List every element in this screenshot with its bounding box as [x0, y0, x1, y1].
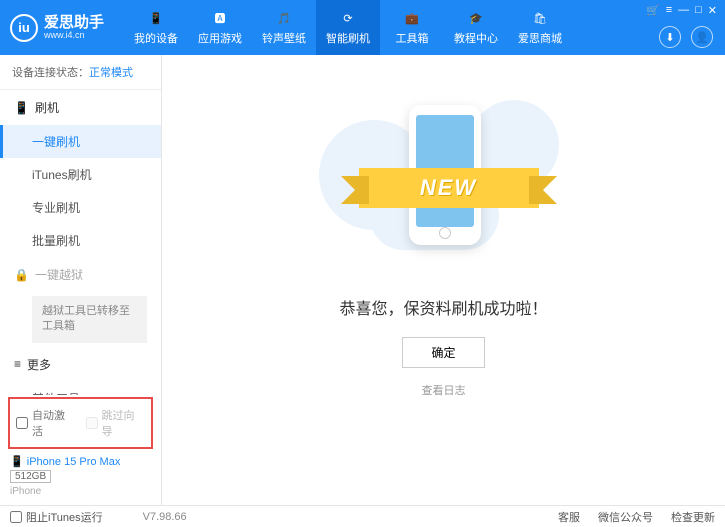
options-box: 自动激活 跳过向导 — [8, 397, 153, 449]
main-content: NEW 恭喜您，保资料刷机成功啦！ 确定 查看日志 — [162, 55, 725, 505]
conn-mode: 正常模式 — [89, 67, 133, 79]
minimize-icon[interactable]: — — [678, 4, 689, 17]
logo-icon: iu — [10, 14, 38, 42]
view-log-link[interactable]: 查看日志 — [422, 382, 466, 398]
block-itunes-checkbox[interactable]: 阻止iTunes运行 — [10, 509, 103, 525]
sidebar-item[interactable]: 其他工具 — [0, 382, 161, 395]
footer-bar: 阻止iTunes运行 V7.98.66 客服 微信公众号 检查更新 — [0, 505, 725, 527]
sidebar: 设备连接状态：正常模式 📱刷机 一键刷机iTunes刷机专业刷机批量刷机 🔒一键… — [0, 55, 162, 505]
connection-status: 设备连接状态：正常模式 — [0, 55, 161, 90]
maximize-icon[interactable]: □ — [695, 4, 702, 17]
sidebar-item[interactable]: iTunes刷机 — [0, 158, 161, 191]
nav-item-0[interactable]: 📱我的设备 — [124, 0, 188, 55]
nav-item-1[interactable]: 🅰应用游戏 — [188, 0, 252, 55]
device-name: iPhone 15 Pro Max — [27, 456, 121, 468]
sidebar-item[interactable]: 专业刷机 — [0, 191, 161, 224]
jailbreak-note: 越狱工具已转移至工具箱 — [32, 296, 147, 343]
nav-item-4[interactable]: 💼工具箱 — [380, 0, 444, 55]
phone-icon: 📱 — [14, 101, 29, 115]
nav-icon: 📱 — [147, 9, 165, 27]
conn-label: 设备连接状态： — [12, 67, 89, 79]
list-icon: ≡ — [14, 357, 21, 371]
device-info: 📱 iPhone 15 Pro Max 512GB iPhone — [0, 449, 161, 505]
nav-icon: 🎵 — [275, 9, 293, 27]
footer-support[interactable]: 客服 — [558, 509, 580, 525]
lock-icon: 🔒 — [14, 268, 29, 282]
footer-wechat[interactable]: 微信公众号 — [598, 509, 653, 525]
auto-activate-checkbox[interactable]: 自动激活 — [16, 407, 76, 439]
new-ribbon: NEW — [359, 168, 539, 208]
app-logo: iu 爱思助手 www.i4.cn — [10, 14, 104, 42]
app-header: iu 爱思助手 www.i4.cn 📱我的设备🅰应用游戏🎵铃声壁纸⟳智能刷机💼工… — [0, 0, 725, 55]
ok-button[interactable]: 确定 — [402, 337, 484, 368]
section-jailbreak: 🔒一键越狱 — [0, 257, 161, 292]
app-name: 爱思助手 — [44, 15, 104, 30]
cart-icon[interactable]: 🛒 — [646, 4, 660, 17]
device-icon: 📱 — [10, 456, 24, 468]
window-controls: 🛒 ≡ — □ ✕ — [646, 4, 717, 17]
nav-icon: 🛍 — [531, 9, 549, 27]
top-nav: 📱我的设备🅰应用游戏🎵铃声壁纸⟳智能刷机💼工具箱🎓教程中心🛍爱思商城 — [124, 0, 572, 55]
nav-item-5[interactable]: 🎓教程中心 — [444, 0, 508, 55]
device-storage: 512GB — [10, 470, 51, 483]
device-type: iPhone — [10, 486, 151, 497]
skip-guide-checkbox[interactable]: 跳过向导 — [86, 407, 146, 439]
success-illustration: NEW — [329, 90, 559, 270]
nav-item-3[interactable]: ⟳智能刷机 — [316, 0, 380, 55]
header-right: ⬇ 👤 — [659, 26, 713, 48]
nav-item-6[interactable]: 🛍爱思商城 — [508, 0, 572, 55]
section-flash[interactable]: 📱刷机 — [0, 90, 161, 125]
nav-icon: ⟳ — [339, 9, 357, 27]
nav-icon: 💼 — [403, 9, 421, 27]
footer-update[interactable]: 检查更新 — [671, 509, 715, 525]
sidebar-item[interactable]: 批量刷机 — [0, 224, 161, 257]
nav-item-2[interactable]: 🎵铃声壁纸 — [252, 0, 316, 55]
success-message: 恭喜您，保资料刷机成功啦！ — [339, 295, 547, 319]
sidebar-item[interactable]: 一键刷机 — [0, 125, 161, 158]
close-icon[interactable]: ✕ — [708, 4, 717, 17]
app-url: www.i4.cn — [44, 30, 104, 40]
menu-icon[interactable]: ≡ — [666, 4, 672, 17]
nav-icon: 🅰 — [211, 9, 229, 27]
nav-icon: 🎓 — [467, 9, 485, 27]
user-button[interactable]: 👤 — [691, 26, 713, 48]
version-label: V7.98.66 — [143, 511, 187, 523]
download-button[interactable]: ⬇ — [659, 26, 681, 48]
section-more[interactable]: ≡更多 — [0, 347, 161, 382]
